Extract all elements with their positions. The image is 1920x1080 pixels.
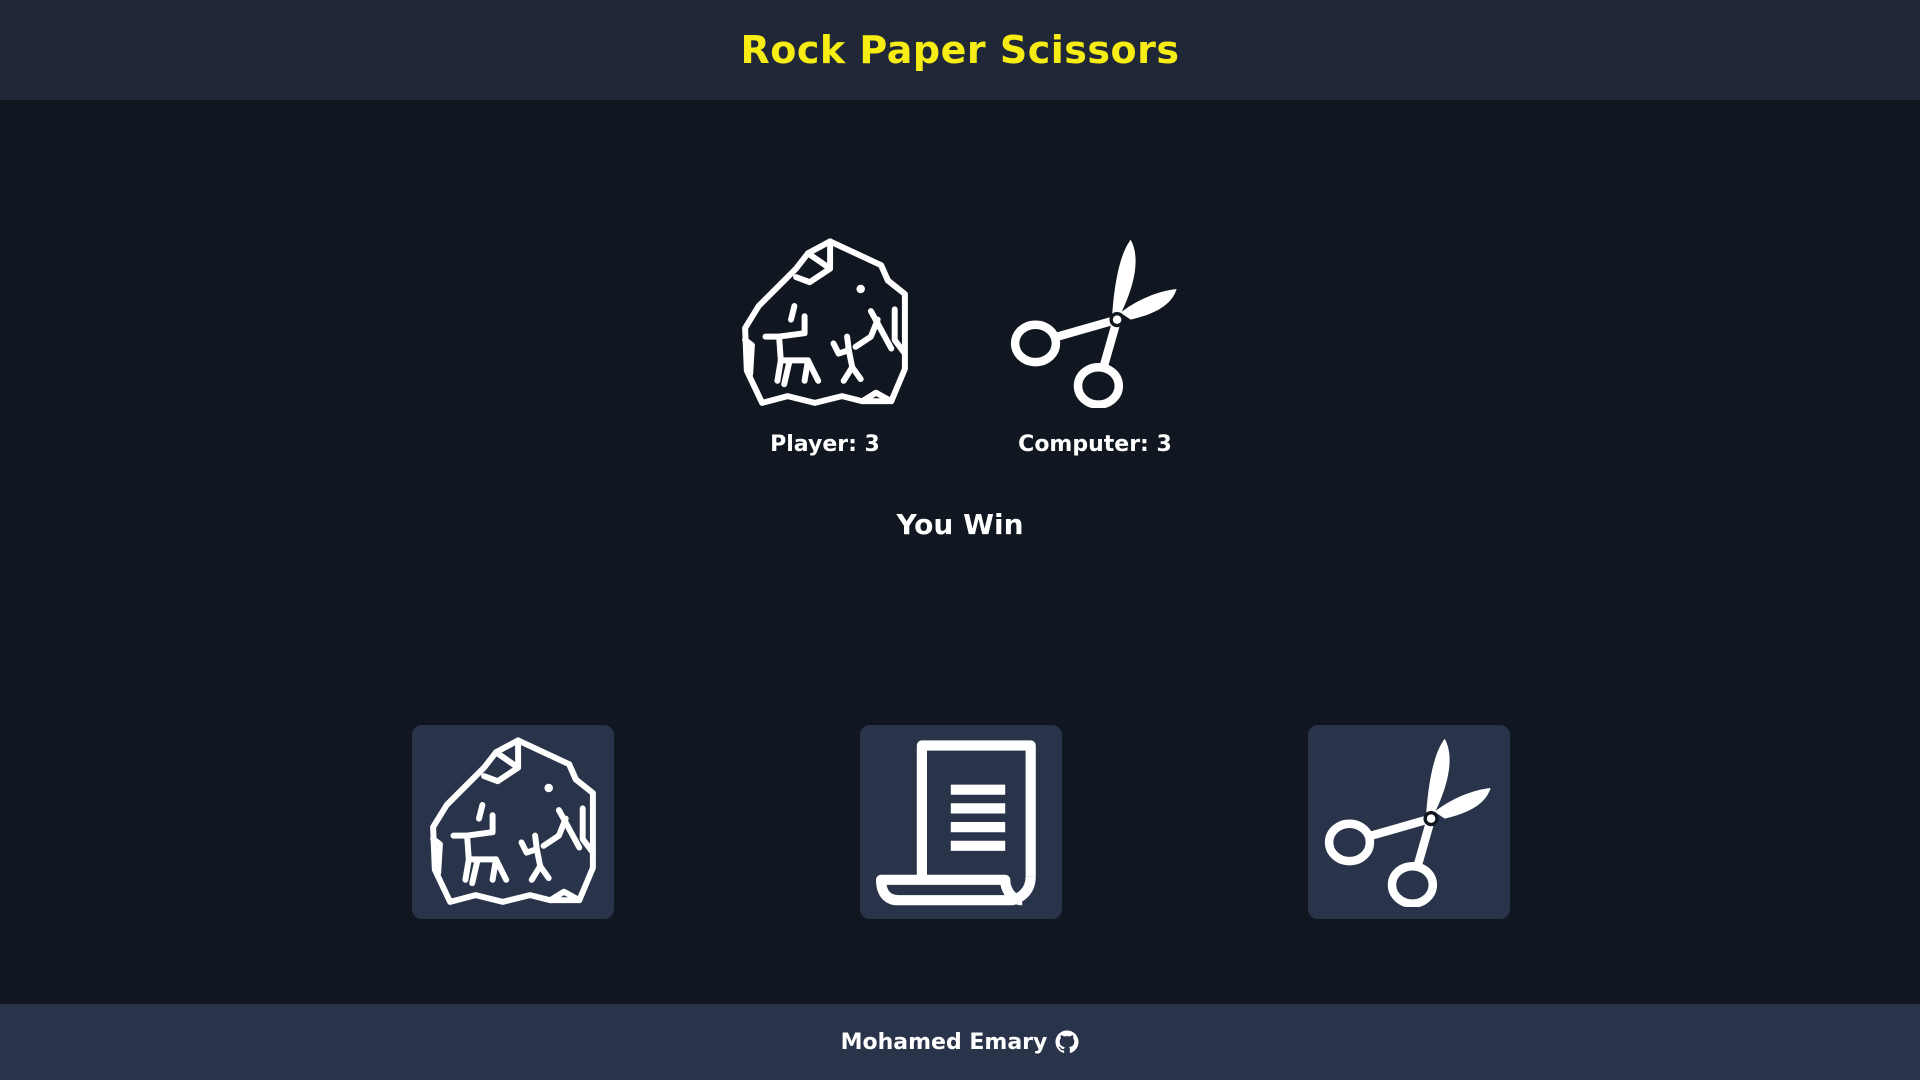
computer-choice-scissors-icon — [1010, 238, 1180, 408]
author-link[interactable]: Mohamed Emary — [841, 1030, 1048, 1055]
rock-button[interactable] — [412, 725, 614, 919]
app-footer: Mohamed Emary — [0, 1004, 1920, 1080]
github-icon[interactable] — [1055, 1030, 1079, 1054]
round-result: You Win — [896, 508, 1024, 541]
rock-icon — [428, 737, 598, 907]
scissors-icon — [1324, 737, 1494, 907]
game-area: Player: 3 Computer: 3 You Win — [0, 100, 1920, 1004]
paper-icon — [876, 737, 1046, 907]
scissors-button[interactable] — [1308, 725, 1510, 919]
app-header: Rock Paper Scissors — [0, 0, 1920, 100]
player-choice-rock-icon — [740, 238, 910, 408]
paper-button[interactable] — [860, 725, 1062, 919]
player-score: Player: 3 — [770, 432, 880, 457]
computer-score: Computer: 3 — [1018, 432, 1172, 457]
page-title: Rock Paper Scissors — [740, 28, 1180, 72]
